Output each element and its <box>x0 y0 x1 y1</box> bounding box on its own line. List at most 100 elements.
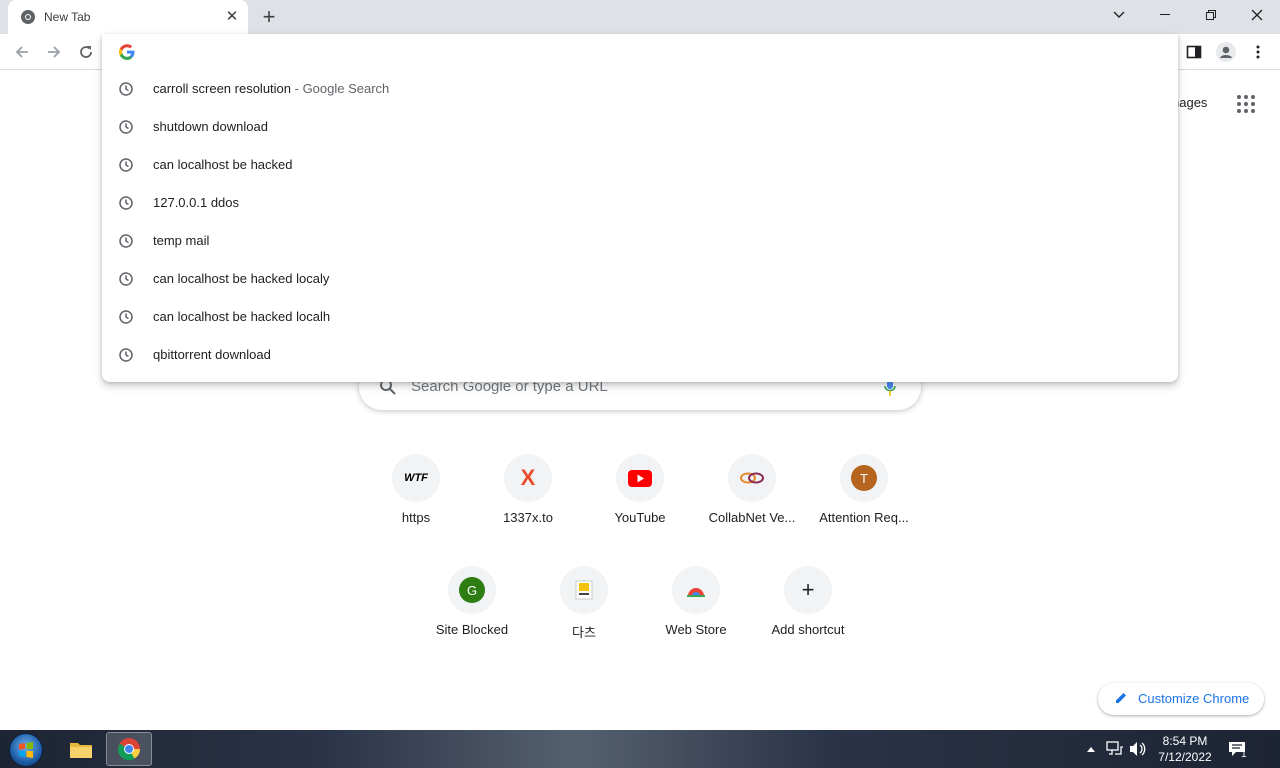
customize-chrome-button[interactable]: Customize Chrome <box>1098 683 1264 715</box>
wtf-icon: WTF <box>392 454 440 502</box>
collabnet-icon <box>728 454 776 502</box>
chrome-icon <box>20 9 36 25</box>
taskbar-chrome[interactable] <box>106 732 152 766</box>
suggestion-text: 127.0.0.1 ddos <box>153 195 240 210</box>
shortcut-label: 1337x.to <box>503 510 553 525</box>
omnibox-suggestion[interactable]: 127.0.0.1 ddos <box>102 184 1178 222</box>
chrome-icon <box>117 738 140 761</box>
arrow-left-icon <box>15 46 28 58</box>
shortcut-label: Add shortcut <box>771 622 845 637</box>
shortcut-tile[interactable]: CollabNet Ve... <box>696 442 808 548</box>
folder-icon <box>70 743 92 758</box>
profile-icon <box>1216 42 1236 62</box>
omnibox-suggestion[interactable]: carroll screen resolution - Google Searc… <box>102 70 1178 108</box>
forward-button[interactable] <box>44 42 64 62</box>
letter-t-icon: T <box>840 454 888 502</box>
youtube-icon <box>616 454 664 502</box>
shortcut-label: Attention Req... <box>819 510 909 525</box>
speaker-icon <box>1130 742 1146 756</box>
side-panel-icon <box>1186 45 1202 59</box>
omnibox-dropdown: carroll screen resolution - Google Searc… <box>102 34 1178 382</box>
1337x-icon: X <box>504 454 552 502</box>
history-clock-icon <box>118 233 134 249</box>
plus-icon: + <box>784 566 832 614</box>
side-panel-button[interactable] <box>1184 42 1204 62</box>
shortcut-tile[interactable]: X 1337x.to <box>472 442 584 548</box>
suggestion-suffix: - Google Search <box>291 81 390 96</box>
tab-close-icon[interactable]: ✕ <box>224 9 240 25</box>
shortcut-label: CollabNet Ve... <box>708 510 796 525</box>
system-clock[interactable]: 8:54 PM 7/12/2022 <box>1150 733 1220 765</box>
clock-date: 7/12/2022 <box>1158 750 1212 764</box>
omnibox-suggestion[interactable]: qbittorrent download <box>102 336 1178 374</box>
omnibox-row <box>102 34 1178 70</box>
show-hidden-icons-button[interactable] <box>1082 740 1100 758</box>
suggestion-text: can localhost be hacked localh <box>153 309 331 324</box>
network-icon <box>1106 741 1123 755</box>
shortcut-label: Site Blocked <box>435 622 509 637</box>
more-vert-icon <box>1256 45 1260 59</box>
address-bar-input[interactable] <box>152 40 1152 64</box>
shortcut-tile[interactable]: T Attention Req... <box>808 442 920 548</box>
volume-tray-button[interactable] <box>1129 740 1147 758</box>
tab-search-button[interactable] <box>1096 0 1142 30</box>
profile-button[interactable] <box>1216 42 1236 62</box>
web-store-icon <box>672 566 720 614</box>
clock-time: 8:54 PM <box>1162 734 1208 748</box>
history-clock-icon <box>118 347 134 363</box>
shortcut-label: https <box>401 510 431 525</box>
start-button[interactable] <box>9 733 43 767</box>
omnibox-suggestion[interactable]: temp mail <box>102 222 1178 260</box>
shortcut-tile[interactable]: Web Store <box>640 554 752 660</box>
network-tray-button[interactable] <box>1106 740 1124 758</box>
minimize-button[interactable] <box>1142 0 1188 30</box>
omnibox-suggestion[interactable]: shutdown download <box>102 108 1178 146</box>
add-shortcut-tile[interactable]: + Add shortcut <box>752 554 864 660</box>
suggestion-text: can localhost be hacked localy <box>153 271 330 286</box>
menu-button[interactable] <box>1248 42 1268 62</box>
history-clock-icon <box>118 195 134 211</box>
shortcut-label: Web Store <box>665 622 727 637</box>
tab-new-tab[interactable]: New Tab ✕ <box>8 0 248 34</box>
suggestion-text: shutdown download <box>153 119 268 134</box>
dachu-icon <box>560 566 608 614</box>
shortcut-label: 다츠 <box>572 625 596 640</box>
suggestion-text: temp mail <box>153 233 210 248</box>
new-tab-button[interactable]: + <box>258 6 280 28</box>
shortcut-tile[interactable]: WTF https <box>360 442 472 548</box>
omnibox-suggestion[interactable]: can localhost be hacked <box>102 146 1178 184</box>
restore-icon <box>1206 10 1216 20</box>
omnibox-suggestion[interactable]: can localhost be hacked localy <box>102 260 1178 298</box>
shortcut-tile[interactable]: 다츠 <box>528 554 640 660</box>
reload-button[interactable] <box>76 42 96 62</box>
history-clock-icon <box>118 309 134 325</box>
close-window-button[interactable] <box>1234 0 1280 30</box>
action-center-button[interactable]: 1 <box>1226 740 1248 760</box>
pencil-icon <box>1114 691 1128 710</box>
minimize-icon <box>1160 14 1170 15</box>
restore-button[interactable] <box>1188 0 1234 30</box>
omnibox-suggestion[interactable]: can localhost be hacked localh <box>102 298 1178 336</box>
history-clock-icon <box>118 157 134 173</box>
suggestion-text: qbittorrent download <box>153 347 271 362</box>
chevron-up-icon <box>1087 747 1095 752</box>
google-g-icon <box>119 44 135 60</box>
tab-title: New Tab <box>44 10 91 24</box>
shortcut-tile[interactable]: G Site Blocked <box>416 554 528 660</box>
history-clock-icon <box>118 119 134 135</box>
back-button[interactable] <box>12 42 32 62</box>
close-icon <box>1251 9 1263 21</box>
history-clock-icon <box>118 81 134 97</box>
windows-logo-icon <box>19 742 33 758</box>
suggestion-text: can localhost be hacked <box>153 157 293 172</box>
history-clock-icon <box>118 271 134 287</box>
shortcut-tile[interactable]: YouTube <box>584 442 696 548</box>
chevron-down-icon <box>1113 11 1125 18</box>
reload-icon <box>80 46 92 58</box>
google-apps-icon[interactable] <box>1236 94 1256 114</box>
letter-g-icon: G <box>448 566 496 614</box>
notification-count: 1 <box>1241 749 1247 760</box>
tab-strip: New Tab ✕ + <box>0 0 1280 34</box>
taskbar-file-explorer[interactable] <box>58 732 104 766</box>
suggestion-text: carroll screen resolution <box>153 81 292 96</box>
